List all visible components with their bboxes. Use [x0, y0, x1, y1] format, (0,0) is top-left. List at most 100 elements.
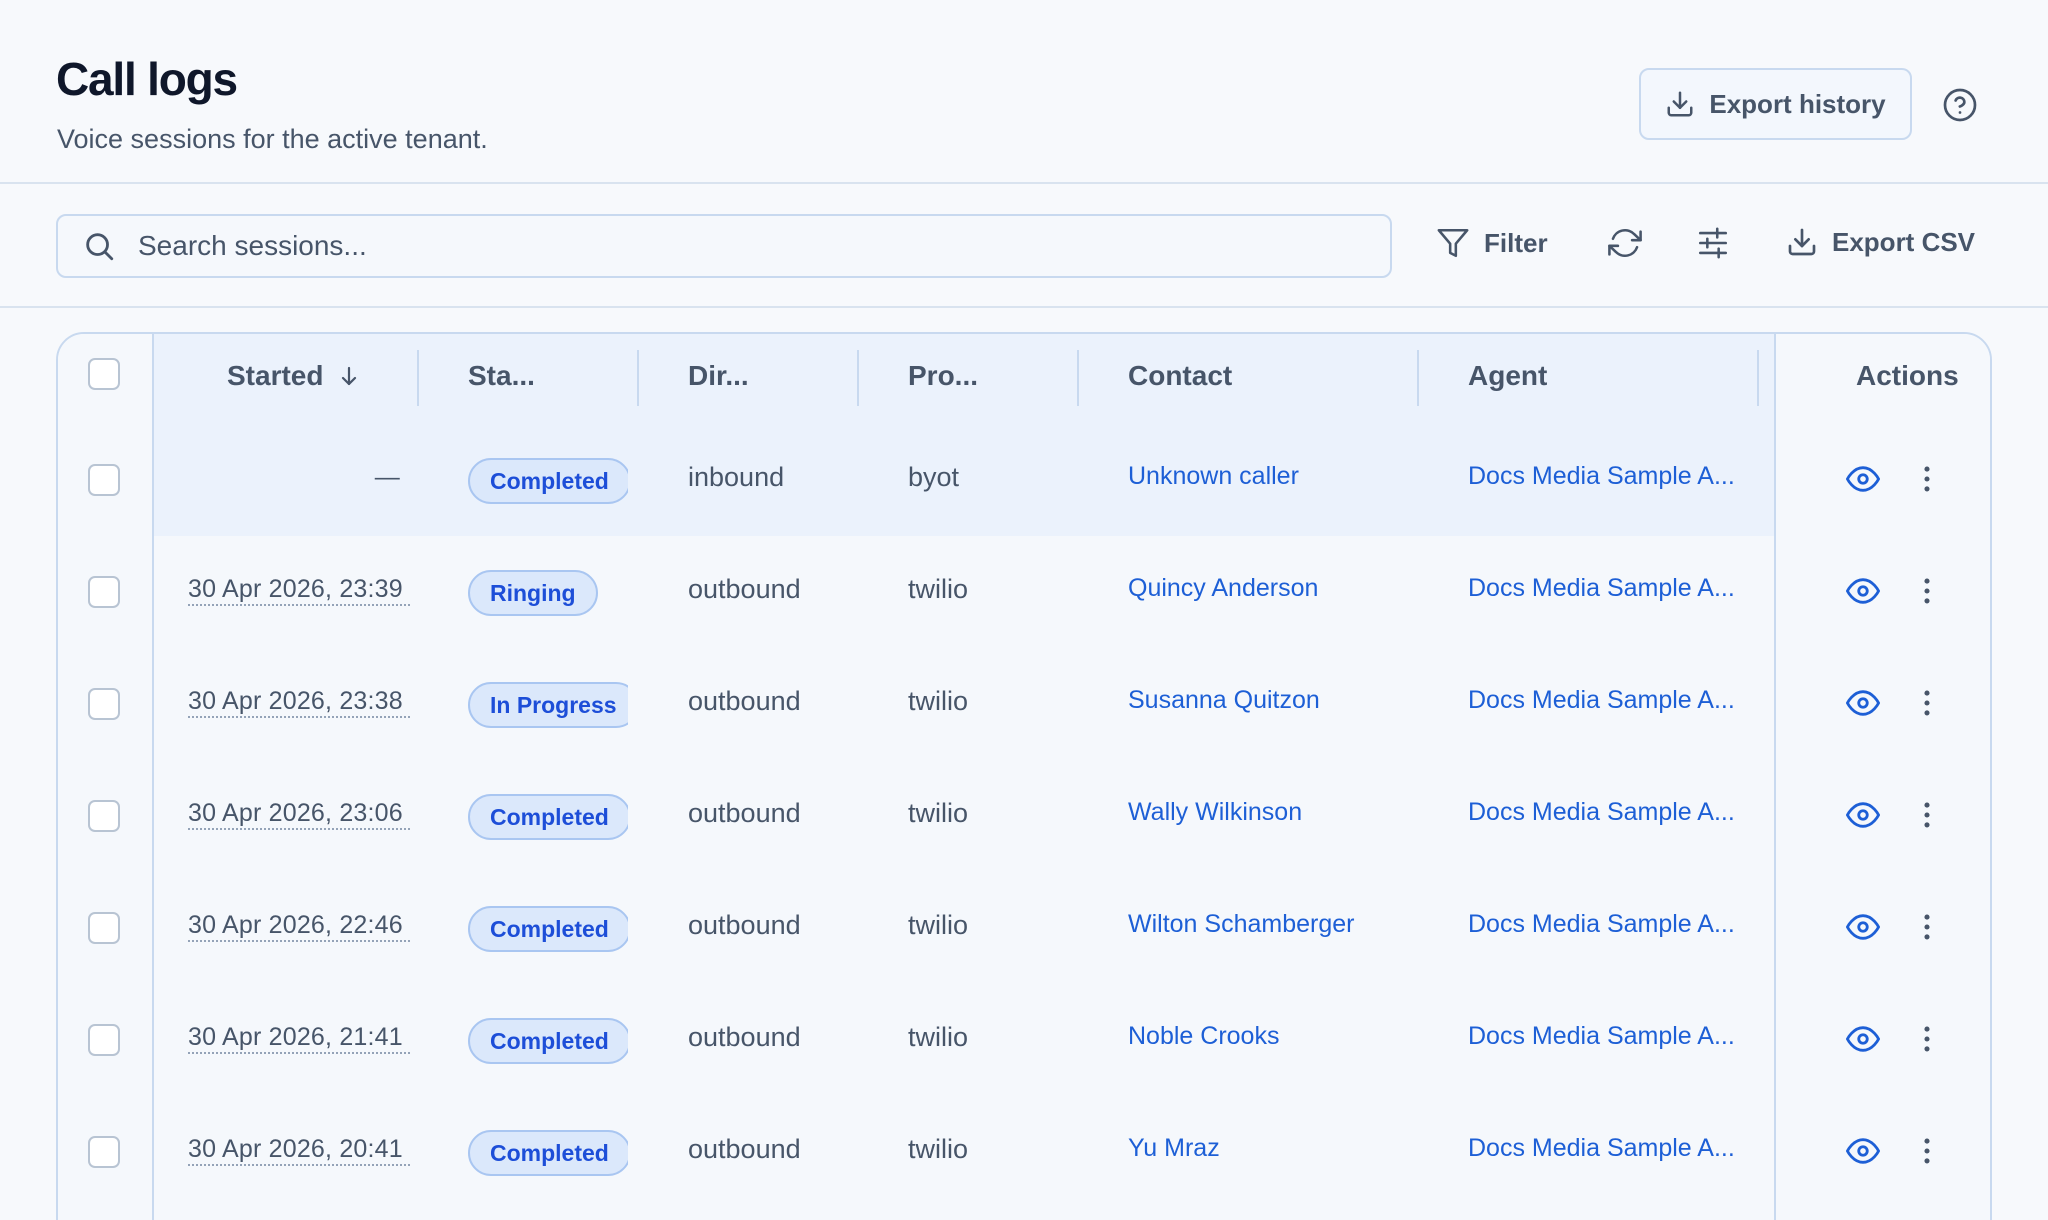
direction-cell: outbound — [688, 910, 801, 940]
eye-icon[interactable] — [1846, 910, 1880, 944]
table-row[interactable]: — Completed inbound byot Unknown caller … — [58, 424, 1990, 536]
select-all-checkbox[interactable] — [88, 358, 120, 390]
status-badge: In Progress — [468, 682, 628, 728]
agent-link[interactable]: Docs Media Sample A... — [1468, 910, 1735, 939]
export-history-label: Export history — [1709, 88, 1886, 119]
provider-cell: twilio — [908, 910, 969, 940]
agent-link[interactable]: Docs Media Sample A... — [1468, 462, 1735, 491]
status-cell: In Progress — [468, 682, 628, 728]
filter-label: Filter — [1484, 227, 1548, 258]
row-checkbox[interactable] — [88, 800, 120, 832]
table-row[interactable]: 30 Apr 2026, 21:41 Completed outbound tw… — [58, 984, 1990, 1096]
provider-cell: twilio — [908, 798, 969, 828]
status-badge: Completed — [468, 1130, 628, 1176]
status-cell: Completed — [468, 1130, 628, 1176]
more-vertical-icon[interactable] — [1910, 1022, 1944, 1056]
more-vertical-icon[interactable] — [1910, 462, 1944, 496]
direction-cell: outbound — [688, 686, 801, 716]
agent-link[interactable]: Docs Media Sample A... — [1468, 1134, 1735, 1163]
download-icon — [1667, 91, 1693, 117]
status-cell: Completed — [468, 794, 628, 840]
status-cell: Completed — [468, 906, 628, 952]
provider-cell: twilio — [908, 574, 969, 604]
page-subtitle: Voice sessions for the active tenant. — [57, 124, 488, 154]
started-cell: 30 Apr 2026, 20:41 — [188, 1134, 410, 1166]
filter-icon — [1437, 228, 1469, 258]
eye-icon[interactable] — [1846, 798, 1880, 832]
started-cell: 30 Apr 2026, 23:38 — [188, 686, 410, 718]
column-divider[interactable] — [1417, 350, 1419, 406]
search-icon — [86, 233, 114, 261]
column-header-provider[interactable]: Pro... — [908, 360, 978, 392]
page-title: Call logs — [56, 53, 238, 105]
column-divider[interactable] — [417, 350, 419, 406]
row-checkbox[interactable] — [88, 1136, 120, 1168]
column-header-started-label: Started — [227, 360, 324, 391]
row-checkbox[interactable] — [88, 576, 120, 608]
eye-icon[interactable] — [1846, 1022, 1880, 1056]
more-vertical-icon[interactable] — [1910, 686, 1944, 720]
table-row[interactable]: 30 Apr 2026, 23:39 Ringing outbound twil… — [58, 536, 1990, 648]
status-badge: Completed — [468, 794, 628, 840]
agent-link[interactable]: Docs Media Sample A... — [1468, 798, 1735, 827]
agent-link[interactable]: Docs Media Sample A... — [1468, 1022, 1735, 1051]
export-csv-label: Export CSV — [1832, 226, 1976, 257]
contact-link[interactable]: Wally Wilkinson — [1128, 798, 1302, 827]
page-header: Call logs Voice sessions for the active … — [0, 0, 2048, 184]
contact-link[interactable]: Susanna Quitzon — [1128, 686, 1320, 715]
contact-link[interactable]: Quincy Anderson — [1128, 574, 1318, 603]
row-checkbox[interactable] — [88, 688, 120, 720]
column-header-direction[interactable]: Dir... — [688, 360, 749, 392]
direction-cell: outbound — [688, 574, 801, 604]
eye-icon[interactable] — [1846, 686, 1880, 720]
export-csv-button[interactable]: Export CSV — [1786, 226, 1975, 258]
search-input[interactable] — [138, 230, 1338, 262]
table-row[interactable]: 30 Apr 2026, 23:06 Completed outbound tw… — [58, 760, 1990, 872]
contact-link[interactable]: Yu Mraz — [1128, 1134, 1220, 1163]
eye-icon[interactable] — [1846, 462, 1880, 496]
column-divider[interactable] — [1077, 350, 1079, 406]
contact-link[interactable]: Wilton Schamberger — [1128, 910, 1354, 939]
provider-cell: twilio — [908, 686, 969, 716]
table-row[interactable]: 30 Apr 2026, 20:41 Completed outbound tw… — [58, 1096, 1990, 1208]
eye-icon[interactable] — [1846, 1134, 1880, 1168]
sort-down-icon — [342, 366, 357, 386]
status-badge: Ringing — [468, 570, 598, 616]
sliders-icon — [1698, 227, 1728, 259]
table-row[interactable]: 30 Apr 2026, 22:46 Completed outbound tw… — [58, 872, 1990, 984]
table-row[interactable]: 30 Apr 2026, 23:38 In Progress outbound … — [58, 648, 1990, 760]
search-box[interactable] — [56, 214, 1392, 278]
started-cell: — — [374, 463, 400, 491]
more-vertical-icon[interactable] — [1910, 910, 1944, 944]
column-header-contact[interactable]: Contact — [1128, 360, 1232, 392]
column-divider[interactable] — [637, 350, 639, 406]
provider-cell: byot — [908, 462, 960, 492]
more-vertical-icon[interactable] — [1910, 1134, 1944, 1168]
agent-link[interactable]: Docs Media Sample A... — [1468, 574, 1735, 603]
refresh-icon — [1608, 229, 1642, 257]
started-cell: 30 Apr 2026, 23:39 — [188, 574, 410, 606]
contact-link[interactable]: Unknown caller — [1128, 462, 1299, 491]
status-cell: Completed — [468, 458, 628, 504]
agent-link[interactable]: Docs Media Sample A... — [1468, 686, 1735, 715]
filter-button[interactable]: Filter — [1436, 226, 1548, 260]
column-header-status[interactable]: Sta... — [468, 360, 535, 392]
eye-icon[interactable] — [1846, 574, 1880, 608]
row-checkbox[interactable] — [88, 912, 120, 944]
help-icon[interactable] — [1942, 87, 1978, 123]
column-settings-button[interactable] — [1696, 226, 1730, 260]
column-header-started[interactable]: Started — [227, 360, 361, 392]
download-icon — [1788, 228, 1816, 256]
status-badge: Completed — [468, 458, 628, 504]
refresh-button[interactable] — [1608, 226, 1642, 260]
direction-cell: outbound — [688, 1134, 801, 1164]
column-divider[interactable] — [857, 350, 859, 406]
more-vertical-icon[interactable] — [1910, 574, 1944, 608]
column-divider[interactable] — [1757, 350, 1759, 406]
row-checkbox[interactable] — [88, 1024, 120, 1056]
more-vertical-icon[interactable] — [1910, 798, 1944, 832]
row-checkbox[interactable] — [88, 464, 120, 496]
column-header-agent[interactable]: Agent — [1468, 360, 1547, 392]
export-history-button[interactable]: Export history — [1639, 68, 1912, 140]
contact-link[interactable]: Noble Crooks — [1128, 1022, 1279, 1051]
